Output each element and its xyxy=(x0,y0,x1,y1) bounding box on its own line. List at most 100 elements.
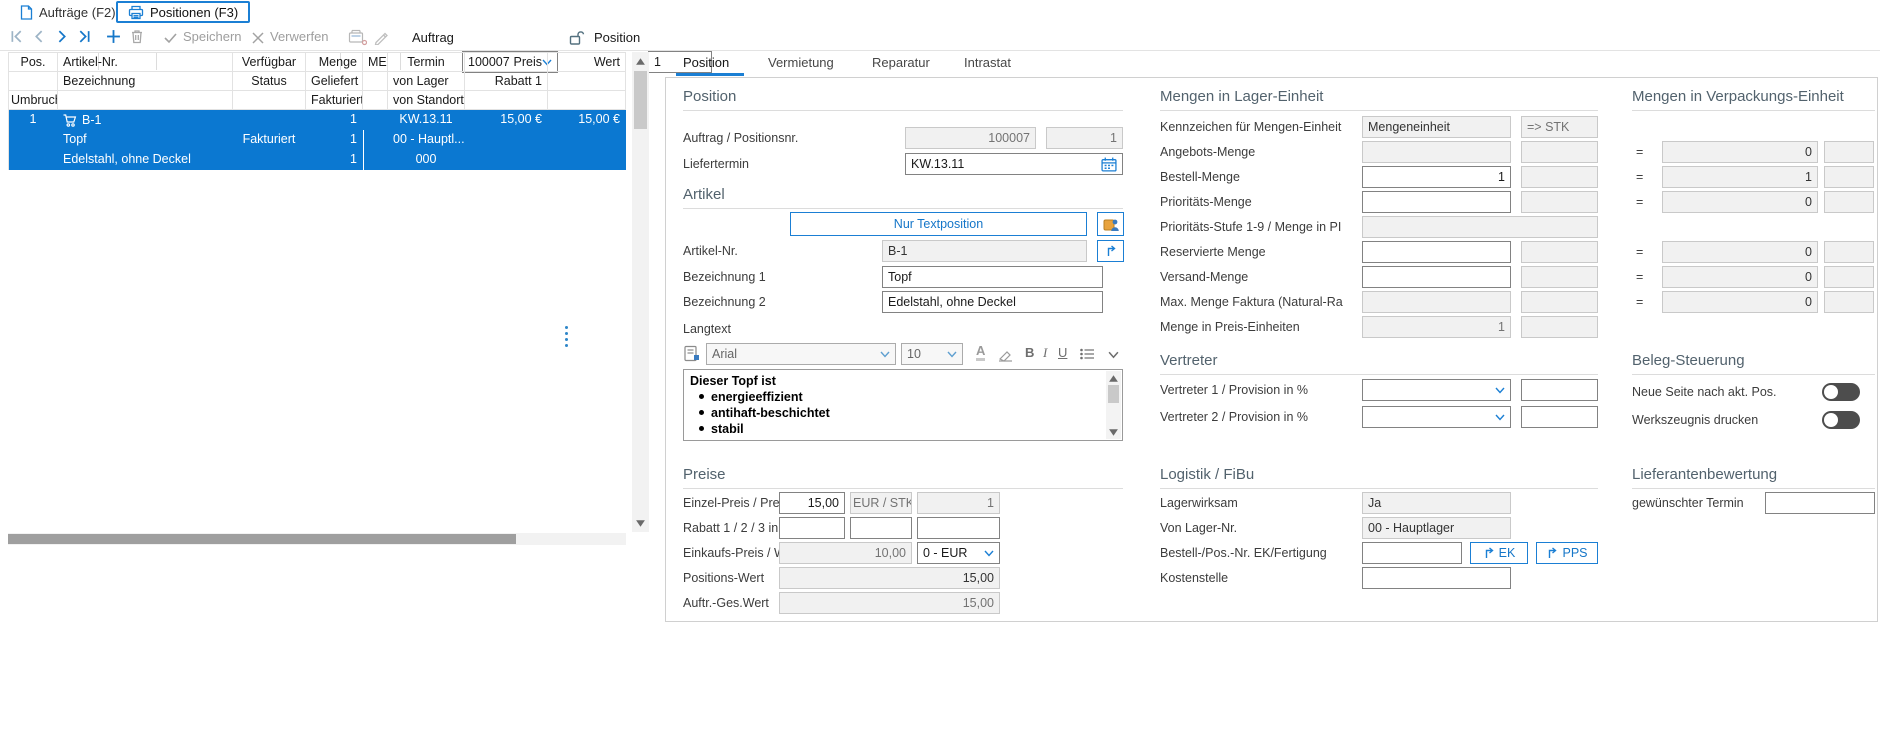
document-icon xyxy=(20,5,33,20)
versand-menge-input[interactable] xyxy=(1362,266,1511,288)
bestell-pos-nr-input[interactable] xyxy=(1362,542,1462,564)
discount1-input[interactable] xyxy=(779,517,845,539)
table-row[interactable]: Topf Fakturiert 1 00 - Hauptl... xyxy=(9,130,626,150)
delete-icon[interactable] xyxy=(130,29,144,44)
currency-combobox[interactable]: 0 - EUR xyxy=(917,542,1000,564)
last-record-icon[interactable] xyxy=(76,29,91,44)
scroll-up-icon[interactable] xyxy=(635,56,646,67)
scroll-down-icon[interactable] xyxy=(1108,427,1119,438)
reservierte-menge-input[interactable] xyxy=(1362,241,1511,263)
bold-icon[interactable]: B xyxy=(1025,345,1034,360)
scrollbar-thumb[interactable] xyxy=(1108,385,1119,403)
discount2-input[interactable] xyxy=(850,517,912,539)
col-header-termin[interactable]: Termin xyxy=(388,53,465,72)
col-header-rabatt1[interactable]: Rabatt 1 xyxy=(465,72,548,91)
discount3-input[interactable] xyxy=(917,517,1000,539)
bezeichnung2-input[interactable]: Edelstahl, ohne Deckel xyxy=(882,291,1103,313)
bestell-menge-input[interactable]: 1 xyxy=(1362,166,1511,188)
table-row[interactable]: Edelstahl, ohne Deckel 1 000 xyxy=(9,150,626,170)
col-header-pos[interactable]: Pos. xyxy=(9,53,58,72)
goto-article-button[interactable] xyxy=(1097,240,1124,262)
format-eraser-icon[interactable] xyxy=(998,347,1013,362)
panel-tab-position[interactable]: Position xyxy=(683,55,729,70)
edit-note-icon[interactable] xyxy=(374,29,390,45)
font-size-value: 10 xyxy=(907,347,921,361)
col-header-von-lager[interactable]: von Lager xyxy=(388,72,465,91)
calendar-icon[interactable] xyxy=(1101,157,1117,172)
col-header-status[interactable]: Status xyxy=(233,72,306,91)
italic-icon[interactable]: I xyxy=(1043,345,1047,361)
col-header-geliefert[interactable]: Geliefert xyxy=(306,72,363,91)
save-check-icon[interactable] xyxy=(164,32,178,44)
vertreter2-combobox[interactable] xyxy=(1362,406,1511,428)
text-position-button[interactable]: Nur Textposition xyxy=(790,212,1087,236)
article-info-button[interactable] xyxy=(1097,212,1124,236)
grid-vertical-scrollbar[interactable] xyxy=(632,52,649,532)
discard-x-icon[interactable] xyxy=(252,32,264,44)
unlock-icon[interactable] xyxy=(568,30,585,46)
jump-arrow-icon xyxy=(1483,547,1495,559)
underline-icon[interactable]: U xyxy=(1058,345,1067,360)
cell-von-standort: 000 xyxy=(388,150,465,170)
col-header-preis[interactable]: Preis xyxy=(465,53,548,72)
col-header-verfuegbar[interactable]: Verfügbar xyxy=(233,53,306,72)
col-header-umbruch[interactable]: Umbruch xyxy=(9,91,58,110)
panel-tab-reparatur[interactable]: Reparatur xyxy=(872,55,930,70)
scrollbar-thumb[interactable] xyxy=(634,71,647,129)
col-header-von-standort[interactable]: von Standort xyxy=(388,91,465,110)
font-family-combobox[interactable]: Arial xyxy=(706,343,896,365)
col-header-me[interactable]: ME xyxy=(363,53,388,72)
font-color-icon[interactable]: A xyxy=(976,344,985,361)
provision2-input[interactable] xyxy=(1521,406,1598,428)
panel-tab-vermietung[interactable]: Vermietung xyxy=(768,55,834,70)
col-header-menge[interactable]: Menge xyxy=(306,53,363,72)
bezeichnung1-input[interactable]: Topf xyxy=(882,266,1103,288)
ek-button[interactable]: EK xyxy=(1470,542,1528,564)
grid-horizontal-scrollbar[interactable] xyxy=(8,533,626,545)
gewuenschter-termin-input[interactable] xyxy=(1765,492,1875,514)
text-module-icon[interactable] xyxy=(683,345,700,362)
scrollbar-thumb[interactable] xyxy=(8,534,516,544)
add-icon[interactable] xyxy=(106,29,121,44)
panel-splitter[interactable] xyxy=(565,326,568,347)
certificate-label: Werkszeugnis drucken xyxy=(1632,409,1758,431)
col-header-artikel-nr[interactable]: Artikel-Nr. xyxy=(58,53,233,72)
font-size-combobox[interactable]: 10 xyxy=(901,343,963,365)
print-position-icon[interactable] xyxy=(348,29,367,46)
new-page-toggle[interactable] xyxy=(1822,383,1860,401)
table-row[interactable]: 1 B-1 1 KW.13.11 15,00 € 15,00 € xyxy=(9,110,626,130)
editor-scrollbar[interactable] xyxy=(1106,371,1121,439)
cell-preis: 15,00 € xyxy=(465,110,548,130)
unit-price-input[interactable]: 15,00 xyxy=(779,492,845,514)
next-record-icon[interactable] xyxy=(54,29,69,44)
kostenstelle-input[interactable] xyxy=(1362,567,1511,589)
equals-sign: = xyxy=(1636,141,1643,163)
discard-button[interactable]: Verwerfen xyxy=(270,29,329,44)
chevron-down-icon xyxy=(1495,387,1505,394)
delivery-date-value: KW.13.11 xyxy=(911,157,964,171)
col-header-bezeichnung[interactable]: Bezeichnung xyxy=(58,72,233,91)
provision1-input[interactable] xyxy=(1521,379,1598,401)
scroll-up-icon[interactable] xyxy=(1108,373,1119,384)
col-header-fakturiert[interactable]: Fakturiert xyxy=(306,91,363,110)
pps-button[interactable]: PPS xyxy=(1536,542,1598,564)
printer-icon xyxy=(128,5,144,20)
first-record-icon[interactable] xyxy=(10,29,25,44)
panel-tab-intrastat[interactable]: Intrastat xyxy=(964,55,1011,70)
previous-record-icon[interactable] xyxy=(32,29,47,44)
col-header-wert[interactable]: Wert xyxy=(548,53,626,72)
bullet-list-icon[interactable] xyxy=(1080,348,1095,360)
tab-auftraege[interactable]: Aufträge (F2) xyxy=(10,1,126,23)
save-button[interactable]: Speichern xyxy=(183,29,242,44)
vertreter1-combobox[interactable] xyxy=(1362,379,1511,401)
scroll-down-icon[interactable] xyxy=(635,518,646,529)
prioritaets-menge-input[interactable] xyxy=(1362,191,1511,213)
toolbar-overflow-chevron-icon[interactable] xyxy=(1108,351,1119,359)
section-title-lieferanten: Lieferantenbewertung xyxy=(1632,466,1777,483)
verpackung-unit-field xyxy=(1824,241,1874,263)
certificate-toggle[interactable] xyxy=(1822,411,1860,429)
delivery-date-input[interactable]: KW.13.11 xyxy=(905,153,1123,175)
tab-positionen[interactable]: Positionen (F3) xyxy=(116,1,250,23)
app-window: Aufträge (F2) Positionen (F3) Speichern … xyxy=(0,0,1880,748)
langtext-editor[interactable]: Dieser Topf ist energieeffizient antihaf… xyxy=(683,369,1123,441)
